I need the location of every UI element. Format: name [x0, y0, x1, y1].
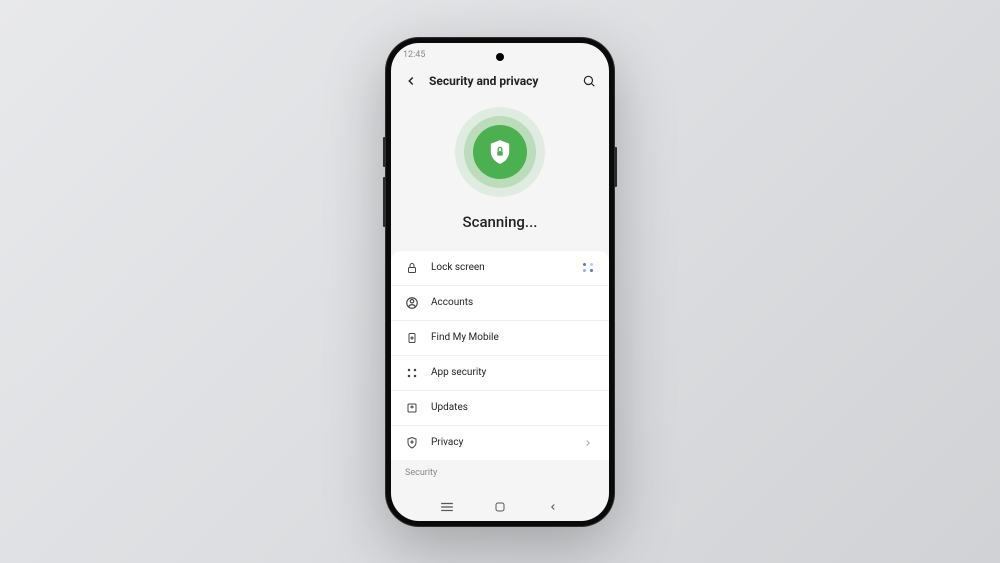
settings-list: Lock screen Accounts Find My Mobile — [391, 251, 609, 460]
nav-home-button[interactable] — [490, 497, 510, 517]
list-item-label: Accounts — [431, 297, 595, 308]
list-item-app-security[interactable]: App security — [391, 356, 609, 391]
list-item-updates[interactable]: Updates — [391, 391, 609, 426]
page-title: Security and privacy — [429, 74, 571, 88]
update-icon — [405, 401, 419, 415]
camera-hole — [496, 53, 504, 61]
list-item-find-my-mobile[interactable]: Find My Mobile — [391, 321, 609, 356]
list-item-lock-screen[interactable]: Lock screen — [391, 251, 609, 286]
recents-icon — [440, 501, 454, 513]
scan-status-text: Scanning... — [463, 213, 538, 231]
privacy-icon — [405, 436, 419, 450]
shield-lock-icon — [489, 139, 511, 165]
back-button[interactable] — [403, 73, 419, 89]
person-icon — [405, 296, 419, 310]
list-item-label: Updates — [431, 402, 595, 413]
section-header: Security — [391, 460, 609, 486]
nav-back-icon — [548, 501, 558, 513]
app-header: Security and privacy — [391, 67, 609, 95]
back-icon — [404, 74, 418, 88]
list-item-label: Privacy — [431, 437, 569, 448]
list-item-label: Find My Mobile — [431, 332, 595, 343]
nav-back-button[interactable] — [543, 497, 563, 517]
list-item-accounts[interactable]: Accounts — [391, 286, 609, 321]
phone-side-button — [383, 177, 385, 227]
phone-frame: 12:45 Security and privacy — [385, 37, 615, 527]
chevron-right-icon — [581, 436, 595, 450]
phone-side-button — [383, 137, 385, 167]
nav-recents-button[interactable] — [437, 497, 457, 517]
apps-icon — [405, 366, 419, 380]
list-item-label: App security — [431, 367, 595, 378]
search-button[interactable] — [581, 73, 597, 89]
home-icon — [494, 501, 506, 513]
lock-icon — [405, 261, 419, 275]
navigation-bar — [391, 493, 609, 521]
find-icon — [405, 331, 419, 345]
search-icon — [582, 74, 596, 88]
status-time: 12:45 — [403, 50, 425, 60]
list-item-privacy[interactable]: Privacy — [391, 426, 609, 460]
list-item-label: Lock screen — [431, 262, 569, 273]
scan-section: Scanning... — [391, 95, 609, 251]
loading-indicator — [581, 261, 595, 275]
phone-side-button — [615, 147, 617, 187]
scan-indicator — [455, 107, 545, 197]
